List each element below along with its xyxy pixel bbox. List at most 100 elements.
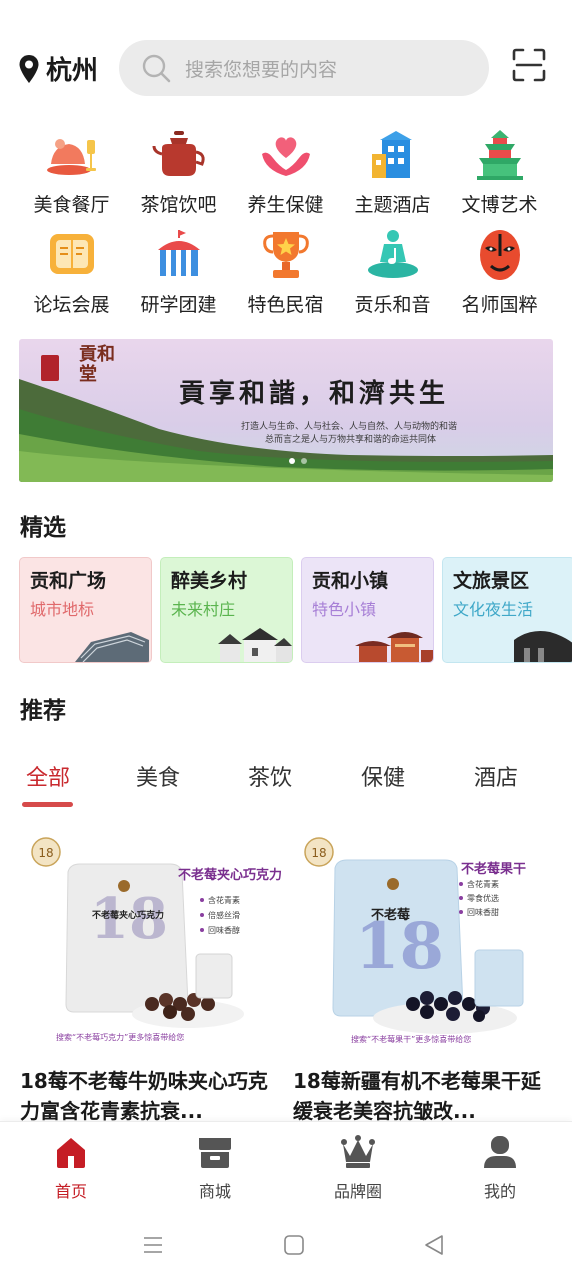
back-icon[interactable] [422, 1233, 446, 1257]
scan-icon[interactable] [512, 48, 546, 82]
package-bullet: 倍感丝滑 [208, 911, 240, 920]
card-subtitle: 特色小镇 [312, 600, 377, 619]
town-illustration [355, 632, 433, 662]
featured-card[interactable]: 贡和小镇 特色小镇 [301, 557, 434, 663]
category-label: 文博艺术 [461, 194, 538, 216]
top-header: 杭州 搜索您想要的内容 [0, 36, 572, 100]
location-pin-icon [19, 54, 39, 83]
card-subtitle: 文化夜生活 [453, 600, 534, 619]
heart-hands-icon [261, 137, 310, 176]
recommend-title: 推荐 [20, 698, 66, 724]
user-icon [484, 1136, 516, 1168]
product-image: 18 18 不老莓夹心巧克力 不老莓夹心巧克力 含花青素 倍感丝滑 回味香醇 搜… [20, 828, 282, 1056]
category-label: 养生保健 [247, 194, 324, 216]
category-health[interactable]: 养生保健 [232, 128, 339, 216]
featured-card[interactable]: 贡和广场 城市地标 [19, 557, 152, 663]
category-label: 论坛会展 [33, 294, 110, 316]
book-icon [49, 234, 94, 274]
chocolate-package-illustration: 18 18 [20, 828, 276, 1056]
category-forum[interactable]: 论坛会展 [18, 228, 125, 316]
package-bullet: 回味香醇 [208, 926, 240, 935]
tab-food[interactable]: 美食 [130, 760, 186, 792]
building-illustration [75, 632, 149, 662]
nav-label: 首页 [54, 1182, 87, 1201]
package-footer: 搜索“不老莓巧克力”更多惊喜带给您 [56, 1033, 185, 1042]
temple-icon [476, 130, 523, 180]
scenic-illustration [514, 631, 572, 662]
category-label: 研学团建 [140, 294, 217, 316]
nav-brand-circle[interactable]: 品牌圈 [318, 1134, 398, 1202]
teapot-icon [152, 131, 205, 176]
banner-title: 貢享和諧，和濟共生 [179, 379, 450, 409]
category-label: 主题酒店 [354, 194, 431, 216]
active-tab-indicator [22, 802, 73, 807]
category-tea[interactable]: 茶馆饮吧 [125, 128, 232, 216]
category-hotel[interactable]: 主题酒店 [339, 128, 446, 216]
category-culture[interactable]: 文博艺术 [446, 128, 553, 216]
svg-text:18: 18 [38, 846, 53, 860]
featured-title: 精选 [20, 515, 66, 541]
search-placeholder: 搜索您想要的内容 [185, 58, 338, 81]
carousel-dot[interactable] [289, 458, 295, 464]
carousel-dot[interactable] [301, 458, 307, 464]
tab-hotel[interactable]: 酒店 [468, 760, 524, 792]
nav-label: 我的 [483, 1182, 516, 1201]
food-icon [46, 139, 96, 175]
bottom-navigation: 首页 商城 品牌圈 我的 [0, 1121, 572, 1211]
package-name: 不老莓果干 [461, 862, 527, 877]
nav-home[interactable]: 首页 [31, 1134, 111, 1202]
package-bullet: 回味香甜 [467, 908, 499, 917]
home-square-icon[interactable] [282, 1233, 306, 1257]
nav-label: 商城 [198, 1182, 231, 1201]
banner-logo: 貢和堂 [79, 344, 115, 385]
product-card[interactable]: 18 18 不老莓果干 不老莓 含花青素 零食优选 回味香甜 搜索“不老莓果干”… [293, 828, 549, 1126]
nav-label: 品牌圈 [333, 1182, 382, 1201]
tab-all[interactable]: 全部 [20, 760, 76, 792]
featured-cards: 贡和广场 城市地标 醉美乡村 未来村庄 贡和小镇 特色小镇 文旅景区 文化夜生活 [19, 557, 572, 665]
featured-card[interactable]: 醉美乡村 未来村庄 [160, 557, 293, 663]
crown-icon [341, 1135, 375, 1168]
search-input[interactable]: 搜索您想要的内容 [119, 40, 489, 96]
hotel-icon [371, 131, 412, 178]
category-master[interactable]: 名师国粹 [446, 228, 553, 316]
category-label: 名师国粹 [461, 294, 538, 316]
package-bullet: 含花青素 [208, 896, 240, 905]
category-label: 贡乐和音 [354, 294, 431, 316]
nav-store[interactable]: 商城 [175, 1134, 255, 1202]
product-card[interactable]: 18 18 不老莓夹心巧克力 不老莓夹心巧克力 含花青素 倍感丝滑 回味香醇 搜… [20, 828, 282, 1126]
category-food[interactable]: 美食餐厅 [18, 128, 125, 216]
tab-tea[interactable]: 茶饮 [242, 760, 298, 792]
product-title: 18莓新疆有机不老莓果干延缓衰老美容抗皱改... [293, 1069, 541, 1123]
featured-card[interactable]: 文旅景区 文化夜生活 [442, 557, 572, 663]
home-icon [57, 1138, 85, 1168]
category-tabs: 全部 美食 茶饮 保健 酒店 [0, 760, 572, 810]
village-illustration [218, 628, 292, 662]
tab-health[interactable]: 保健 [355, 760, 411, 792]
store-icon [199, 1138, 231, 1168]
category-label: 特色民宿 [247, 294, 324, 316]
music-icon [367, 230, 418, 278]
seal-mark [41, 355, 59, 381]
search-icon [142, 54, 171, 83]
nav-profile[interactable]: 我的 [460, 1134, 540, 1202]
svg-text:18: 18 [311, 846, 326, 860]
carousel-dots [289, 458, 307, 464]
card-title: 文旅景区 [453, 570, 530, 592]
menu-icon[interactable] [141, 1233, 165, 1257]
category-homestay[interactable]: 特色民宿 [232, 228, 339, 316]
package-bullet: 零食优选 [467, 894, 499, 903]
card-title: 贡和小镇 [312, 570, 389, 592]
category-study[interactable]: 研学团建 [125, 228, 232, 316]
package-bullet: 含花青素 [467, 880, 499, 889]
city-name: 杭州 [46, 56, 99, 86]
card-title: 贡和广场 [30, 570, 107, 592]
product-list: 18 18 不老莓夹心巧克力 不老莓夹心巧克力 含花青素 倍感丝滑 回味香醇 搜… [0, 828, 572, 1128]
promo-banner[interactable]: 貢和堂 貢享和諧，和濟共生 打造人与生命、人与社会、人与自然、人与动物的和谐 总… [19, 339, 553, 482]
trophy-icon [262, 232, 309, 278]
category-music[interactable]: 贡乐和音 [339, 228, 446, 316]
city-selector[interactable]: 杭州 [18, 50, 98, 87]
card-subtitle: 城市地标 [30, 600, 95, 619]
banner-subtitle: 打造人与生命、人与社会、人与自然、人与动物的和谐 [241, 422, 458, 432]
card-title: 醉美乡村 [171, 570, 248, 592]
product-title: 18莓不老莓牛奶味夹心巧克力富含花青素抗衰... [20, 1069, 268, 1123]
